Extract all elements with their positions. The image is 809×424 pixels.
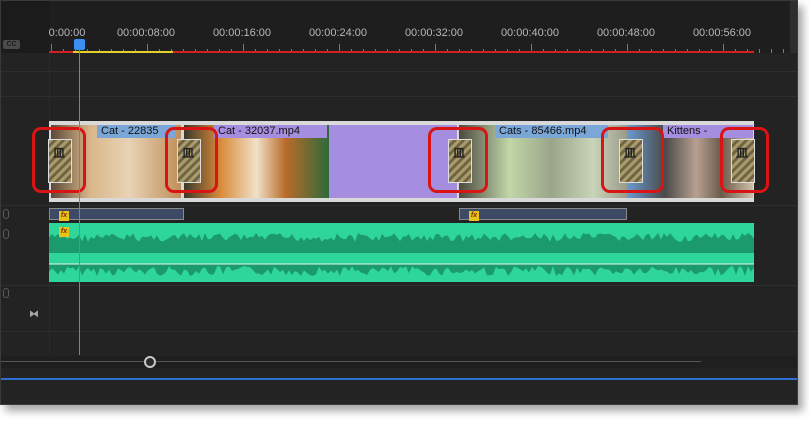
clip-label: Cat - 32037.mp4 (214, 125, 327, 138)
ruler-tick-label: 00:00:16:00 (212, 27, 272, 39)
ruler-tick-label: 0:00:00 (48, 27, 86, 39)
ruler-tick (759, 49, 760, 53)
ruler-tick-label: 00:00:32:00 (404, 27, 464, 39)
transition-icon: 皿 (453, 146, 466, 160)
fx-badge[interactable]: fx (59, 211, 69, 221)
microphone-icon[interactable] (3, 209, 9, 219)
transition-track-icon[interactable]: ⧓ (29, 309, 39, 320)
ruler-tick-label: 00:00:24:00 (308, 27, 368, 39)
transition-icon: 皿 (736, 146, 749, 160)
ruler-tick (783, 49, 784, 53)
transition-icon: 皿 (53, 146, 66, 160)
clip-label: Cats - 85466.mp4 (495, 125, 608, 138)
transition-icon: 皿 (182, 146, 195, 160)
time-ruler[interactable]: CC 0:00:00 00:00:08:00 00:00:16:00 00:00… (1, 1, 797, 53)
horizontal-scrollbar[interactable] (1, 356, 797, 368)
playhead-line (79, 41, 80, 355)
audio-effect-bar[interactable] (459, 208, 627, 220)
ruler-tick (771, 49, 772, 53)
ruler-sidebar: CC (1, 1, 49, 53)
ruler-scrollbar[interactable] (790, 1, 797, 53)
track-divider (1, 205, 797, 206)
zoom-slider-knob[interactable] (144, 356, 156, 368)
panel-bottom-edge (1, 378, 797, 380)
ruler-tick-label: 00:00:48:00 (596, 27, 656, 39)
audio-track[interactable] (49, 223, 754, 282)
fx-badge[interactable]: fx (469, 211, 479, 221)
timeline-panel: CC 0:00:00 00:00:08:00 00:00:16:00 00:00… (0, 0, 798, 405)
ruler-tick-label: 00:00:40:00 (500, 27, 560, 39)
transition-highlight[interactable]: 皿 (720, 127, 769, 193)
transition-highlight[interactable]: 皿 (428, 127, 488, 193)
ruler-tick-label: 00:00:56:00 (692, 27, 752, 39)
audio-waveform (49, 233, 754, 276)
scrollbar-track (1, 361, 701, 362)
track-divider (1, 285, 797, 286)
track-divider (1, 331, 797, 332)
clip-label: Cat - 22835 (97, 125, 175, 138)
ruler-tick-label: 00:00:08:00 (116, 27, 176, 39)
fx-badge[interactable]: fx (59, 227, 69, 237)
playhead-handle[interactable] (74, 39, 85, 50)
rendered-range-line (73, 51, 173, 53)
transition-highlight[interactable]: 皿 (32, 127, 86, 193)
track-divider (1, 96, 797, 97)
closed-caption-icon[interactable]: CC (3, 40, 20, 49)
microphone-icon[interactable] (3, 288, 9, 298)
transition-highlight[interactable]: 皿 (601, 127, 664, 193)
transition-icon: 皿 (624, 146, 637, 160)
transition-highlight[interactable]: 皿 (165, 127, 218, 193)
microphone-icon[interactable] (3, 229, 9, 239)
track-headers (1, 53, 50, 353)
audio-effect-bar[interactable] (49, 208, 184, 220)
track-divider (1, 71, 797, 72)
